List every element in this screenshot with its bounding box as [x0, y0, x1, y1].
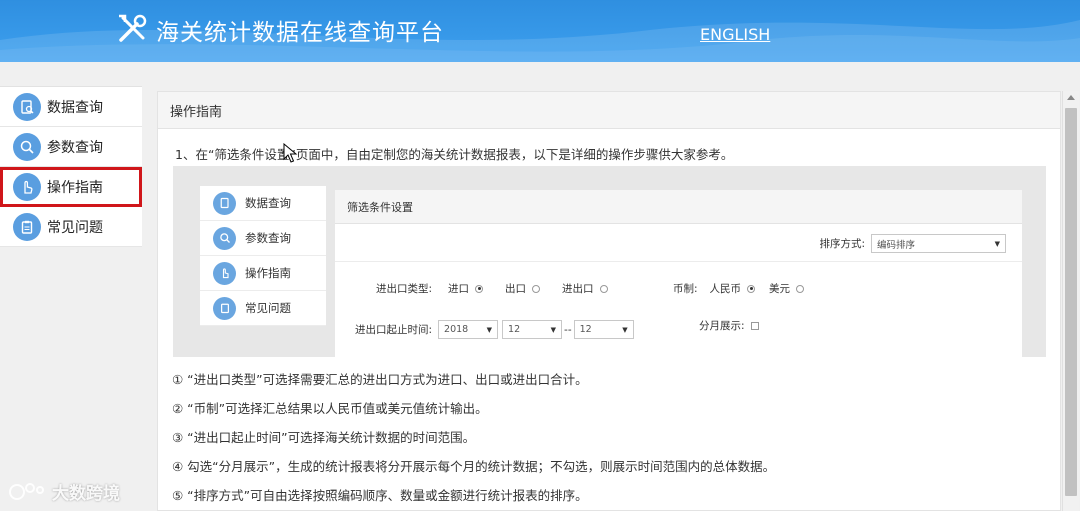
month-start-select: 12 ▼: [502, 320, 563, 339]
embedded-sidebar-item: 操作指南: [200, 256, 326, 291]
embedded-filter-panel: 筛选条件设置 排序方式: 编码排序 ▼ 进出口类型: 进口 出口 进出口 币制:…: [335, 190, 1022, 357]
trade-type-row: 进出口类型: 进口 出口 进出口: [376, 281, 608, 296]
magnifier-icon: [13, 132, 41, 161]
document-search-icon: [213, 191, 236, 215]
radio-usd: [796, 284, 805, 293]
watermark-logo-icon: [9, 482, 44, 500]
clipboard-icon: [213, 296, 236, 320]
tools-logo-icon: [119, 14, 147, 42]
note-4: ④ 勾选“分月展示”，生成的统计报表将分开展示每个月的统计数据；不勾选，则展示时…: [172, 459, 776, 474]
divider: [335, 261, 1022, 262]
dropdown-arrow-icon: ▼: [622, 325, 628, 334]
vertical-scrollbar[interactable]: [1062, 91, 1079, 511]
currency-row: 币制: 人民币 美元: [673, 281, 805, 296]
embedded-sidebar-label: 参数查询: [245, 231, 291, 245]
note-3: ③ “进出口起止时间”可选择海关统计数据的时间范围。: [172, 430, 476, 445]
note-2: ② “币制”可选择汇总结果以人民币值或美元值统计输出。: [172, 401, 488, 416]
year-select-value: 2018: [444, 324, 469, 335]
sidebar-nav: 数据查询 参数查询 操作指南 常见问题: [0, 86, 142, 247]
radio-export: [532, 284, 541, 293]
month-end-value: 12: [579, 324, 592, 335]
sidebar-item-label: 数据查询: [47, 99, 103, 116]
embedded-sidebar-label: 常见问题: [245, 301, 291, 315]
watermark: 大数跨境: [8, 479, 120, 504]
monthly-display-checkbox: [750, 321, 759, 330]
sidebar-item-data-query[interactable]: 数据查询: [0, 87, 142, 127]
trade-type-label: 进出口类型:: [376, 283, 433, 295]
range-separator: --: [564, 323, 572, 336]
sidebar-item-param-query[interactable]: 参数查询: [0, 127, 142, 167]
scrollbar-thumb[interactable]: [1065, 108, 1077, 496]
trade-option-import: 进口: [448, 283, 470, 295]
sort-select-value: 编码排序: [877, 239, 916, 251]
radio-both: [599, 284, 608, 293]
dropdown-arrow-icon: ▼: [486, 325, 493, 334]
clipboard-icon: [13, 212, 41, 241]
dropdown-arrow-icon: ▼: [550, 325, 557, 334]
month-end-select: 12 ▼: [573, 320, 634, 339]
currency-option-usd: 美元: [769, 283, 791, 295]
mouse-cursor-icon: [283, 143, 298, 163]
app-header: 海关统计数据在线查询平台 ENGLISH: [0, 0, 1080, 62]
embedded-screenshot: 数据查询 参数查询 操作指南 常见问题 筛选条件设置 排序方式: 编码排序 ▼ …: [173, 166, 1046, 357]
trade-option-both: 进出口: [562, 283, 594, 295]
sidebar-item-guide[interactable]: 操作指南: [0, 167, 142, 207]
panel-title: 操作指南: [158, 92, 1060, 129]
year-select: 2018 ▼: [438, 320, 499, 339]
sort-row: 排序方式: 编码排序 ▼: [819, 234, 1006, 253]
time-range-row: 进出口起止时间: 2018 ▼ 12 ▼ -- 12 ▼: [355, 320, 634, 339]
hand-pointer-icon: [13, 172, 41, 201]
embedded-sidebar-label: 操作指南: [245, 266, 291, 280]
sidebar-item-label: 操作指南: [47, 179, 103, 196]
embedded-panel-title: 筛选条件设置: [335, 190, 1022, 224]
sidebar-item-label: 参数查询: [47, 139, 103, 156]
intro-text: 1、在“筛选条件设置”页面中，自由定制您的海关统计数据报表，以下是详细的操作步骤…: [175, 147, 734, 162]
month-start-value: 12: [508, 324, 521, 335]
currency-option-rmb: 人民币: [709, 283, 742, 295]
scroll-up-arrow-icon[interactable]: [1067, 95, 1075, 100]
radio-rmb: [747, 284, 756, 293]
radio-import: [475, 284, 484, 293]
magnifier-icon: [213, 226, 236, 250]
time-range-label: 进出口起止时间:: [355, 324, 433, 336]
trade-option-export: 出口: [505, 283, 527, 295]
hand-pointer-icon: [213, 261, 236, 285]
embedded-sidebar-item: 数据查询: [200, 186, 326, 221]
sidebar-item-label: 常见问题: [47, 219, 103, 236]
app-title: 海关统计数据在线查询平台: [156, 20, 444, 46]
currency-label: 币制:: [673, 283, 698, 295]
watermark-text: 大数跨境: [52, 484, 120, 504]
embedded-sidebar: 数据查询 参数查询 操作指南 常见问题: [200, 186, 326, 326]
note-5: ⑤ “排序方式”可自由选择按照编码顺序、数量或金额进行统计报表的排序。: [172, 488, 588, 503]
english-language-link[interactable]: ENGLISH: [700, 25, 770, 44]
sidebar-item-faq[interactable]: 常见问题: [0, 207, 142, 247]
document-search-icon: [13, 92, 41, 121]
dropdown-arrow-icon: ▼: [994, 239, 1000, 248]
embedded-sidebar-item: 常见问题: [200, 291, 326, 326]
sort-label: 排序方式:: [819, 238, 865, 250]
note-1: ① “进出口类型”可选择需要汇总的进出口方式为进口、出口或进出口合计。: [172, 372, 588, 387]
embedded-sidebar-label: 数据查询: [245, 196, 291, 210]
monthly-display-row: 分月展示:: [699, 318, 759, 333]
sort-select: 编码排序 ▼: [871, 234, 1006, 253]
embedded-sidebar-item: 参数查询: [200, 221, 326, 256]
monthly-display-label: 分月展示:: [699, 320, 745, 332]
